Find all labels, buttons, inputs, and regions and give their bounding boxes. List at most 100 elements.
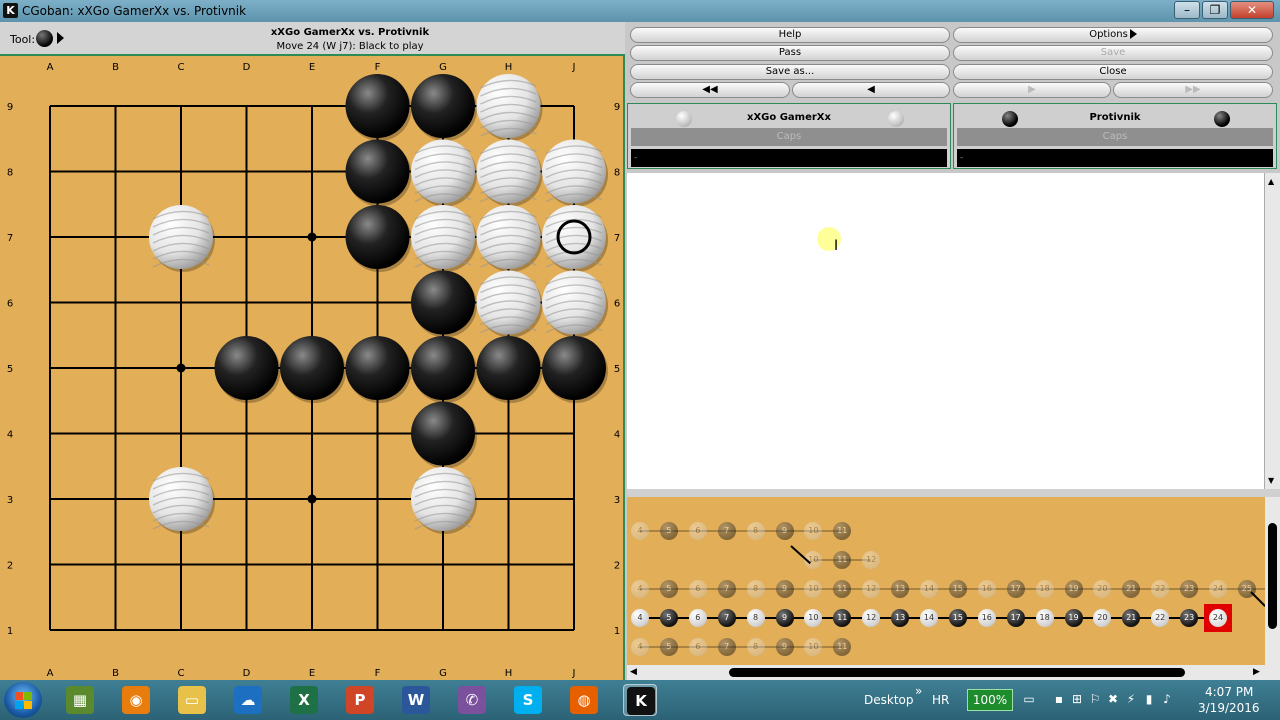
tree-node[interactable]: 6 (688, 638, 707, 656)
options-button[interactable]: Options (953, 27, 1273, 43)
tree-node[interactable]: 4 (631, 609, 649, 627)
save-button[interactable]: Save (953, 45, 1273, 61)
security-icon[interactable]: ⚐ (1088, 692, 1102, 706)
minimize-button[interactable]: – (1174, 1, 1200, 19)
tree-node[interactable]: 9 (775, 522, 794, 540)
tree-node[interactable]: 7 (717, 522, 736, 540)
tree-node[interactable]: 12 (862, 551, 881, 569)
tree-vertical-scroll-thumb[interactable] (1268, 523, 1277, 629)
go-board[interactable]: A A B B C C D D E E F F G G H H J J 9 9 8 8 7 7 6 6 5 5 4 4 3 3 2 2 1 1 (0, 56, 625, 680)
comment-area[interactable] (627, 173, 1265, 489)
board-canvas[interactable]: A A B B C C D D E E F F G G H H J J 9 9 8 8 7 7 6 6 5 5 4 4 3 3 2 2 1 1 (0, 56, 623, 680)
tree-node[interactable]: 14 (920, 609, 938, 627)
taskbar-app-button[interactable]: S (511, 684, 545, 716)
taskbar-app-button[interactable]: ☁ (231, 684, 265, 716)
tree-node[interactable]: 10 (804, 522, 823, 540)
tree-node[interactable]: 5 (659, 638, 678, 656)
scroll-up-icon[interactable]: ▲ (1268, 177, 1274, 186)
clock-date[interactable]: 3/19/2016 (1198, 701, 1260, 715)
tree-node[interactable]: 14 (920, 580, 938, 598)
tree-node[interactable]: 16 (977, 580, 996, 598)
tree-node[interactable]: 5 (659, 609, 678, 627)
taskbar-app-button[interactable]: X (287, 684, 321, 716)
step-forward-button[interactable]: ▶ (953, 82, 1111, 98)
tree-node[interactable]: 6 (688, 609, 707, 627)
tree-horizontal-scroll-thumb[interactable] (729, 668, 1185, 677)
tree-node[interactable]: 12 (862, 580, 881, 598)
tree-node[interactable]: 21 (1122, 609, 1141, 627)
pane-splitter[interactable] (627, 489, 1280, 497)
tree-node[interactable]: 17 (1006, 609, 1025, 627)
tree-node[interactable]: 5 (659, 522, 678, 540)
notification-icon[interactable]: ▪ (1052, 692, 1066, 706)
taskbar-app-button[interactable]: ▭ (175, 684, 209, 716)
tree-node[interactable]: 8 (746, 580, 765, 598)
tree-node[interactable]: 20 (1093, 580, 1112, 598)
game-tree[interactable]: 4 5 6 7 8 9 10 11 10 11 12 4 5 6 7 8 9 10 11 12 13 14 15 16 17 18… (627, 497, 1265, 665)
tree-node[interactable]: 9 (775, 580, 794, 598)
tree-node[interactable]: 7 (717, 609, 736, 627)
maximize-button[interactable]: ❐ (1202, 1, 1228, 19)
black-stone[interactable] (345, 205, 410, 269)
taskbar-app-button[interactable]: ◉ (119, 684, 153, 716)
black-stone[interactable] (280, 336, 344, 400)
tree-node[interactable]: 18 (1035, 609, 1054, 627)
tree-node[interactable]: 12 (862, 609, 881, 627)
tree-node[interactable]: 21 (1122, 580, 1141, 598)
tree-horizontal-scrollbar[interactable]: ◀ ▶ (627, 665, 1280, 680)
tree-node[interactable]: 9 (775, 609, 794, 627)
black-stone[interactable] (476, 336, 541, 400)
tree-node[interactable]: 7 (717, 638, 736, 656)
network-error-icon[interactable]: ✖ (1106, 692, 1120, 706)
tree-node[interactable]: 11 (833, 551, 852, 569)
clock-time[interactable]: 4:07 PM (1205, 685, 1253, 699)
close-game-button[interactable]: Close (953, 64, 1273, 80)
pass-button[interactable]: Pass (630, 45, 950, 61)
scroll-down-icon[interactable]: ▼ (1268, 476, 1274, 485)
tree-node[interactable]: 11 (833, 522, 852, 540)
tree-node[interactable]: 23 (1180, 609, 1199, 627)
tree-node[interactable]: 13 (891, 580, 910, 598)
step-back-button[interactable]: ◀ (792, 82, 950, 98)
tree-node[interactable]: 24 (1209, 580, 1227, 598)
taskbar-app-button[interactable]: P (343, 684, 377, 716)
network-icon[interactable]: ▮ (1142, 692, 1156, 706)
tree-node[interactable]: 10 (804, 609, 823, 627)
forward-to-end-button[interactable]: ▶▶ (1113, 82, 1273, 98)
scroll-left-icon[interactable]: ◀ (630, 667, 637, 677)
black-stone[interactable] (345, 139, 410, 204)
tree-node[interactable]: 8 (746, 609, 765, 627)
tree-node[interactable]: 9 (775, 638, 794, 656)
close-window-button[interactable]: ✕ (1230, 1, 1274, 19)
tree-node[interactable]: 8 (746, 638, 765, 656)
tree-node[interactable]: 23 (1180, 580, 1199, 598)
tree-node[interactable]: 6 (688, 580, 707, 598)
tree-node[interactable]: 20 (1093, 609, 1112, 627)
tree-node[interactable]: 11 (833, 638, 852, 656)
rewind-to-start-button[interactable]: ◀◀ (630, 82, 790, 98)
taskbar-app-button[interactable]: ◍ (567, 684, 601, 716)
save-as-button[interactable]: Save as... (630, 64, 950, 80)
tree-node[interactable]: 4 (631, 580, 649, 598)
windows-flag-icon[interactable]: ⊞ (1070, 692, 1084, 706)
taskbar-app-button[interactable]: W (399, 684, 433, 716)
toolbar-chevron-icon[interactable]: » (915, 684, 922, 698)
black-stone[interactable] (411, 74, 475, 138)
black-stone[interactable] (345, 74, 410, 138)
taskbar-app-button[interactable]: ✆ (455, 684, 489, 716)
tree-node[interactable]: 19 (1064, 580, 1083, 598)
black-stone[interactable] (214, 336, 279, 400)
tree-node[interactable]: 15 (948, 609, 967, 627)
tree-node[interactable]: 7 (717, 580, 736, 598)
tree-node[interactable]: 5 (659, 580, 678, 598)
start-button[interactable] (4, 682, 42, 718)
black-stone[interactable] (411, 270, 475, 335)
tree-node[interactable]: 22 (1151, 609, 1170, 627)
tree-node[interactable]: 8 (746, 522, 765, 540)
black-stone[interactable] (411, 336, 475, 400)
power-plug-icon[interactable]: ⚡ (1124, 692, 1138, 706)
tree-node[interactable]: 4 (631, 638, 649, 656)
black-stone[interactable] (542, 336, 606, 400)
black-stone[interactable] (345, 336, 410, 400)
tree-node[interactable]: 13 (891, 609, 910, 627)
